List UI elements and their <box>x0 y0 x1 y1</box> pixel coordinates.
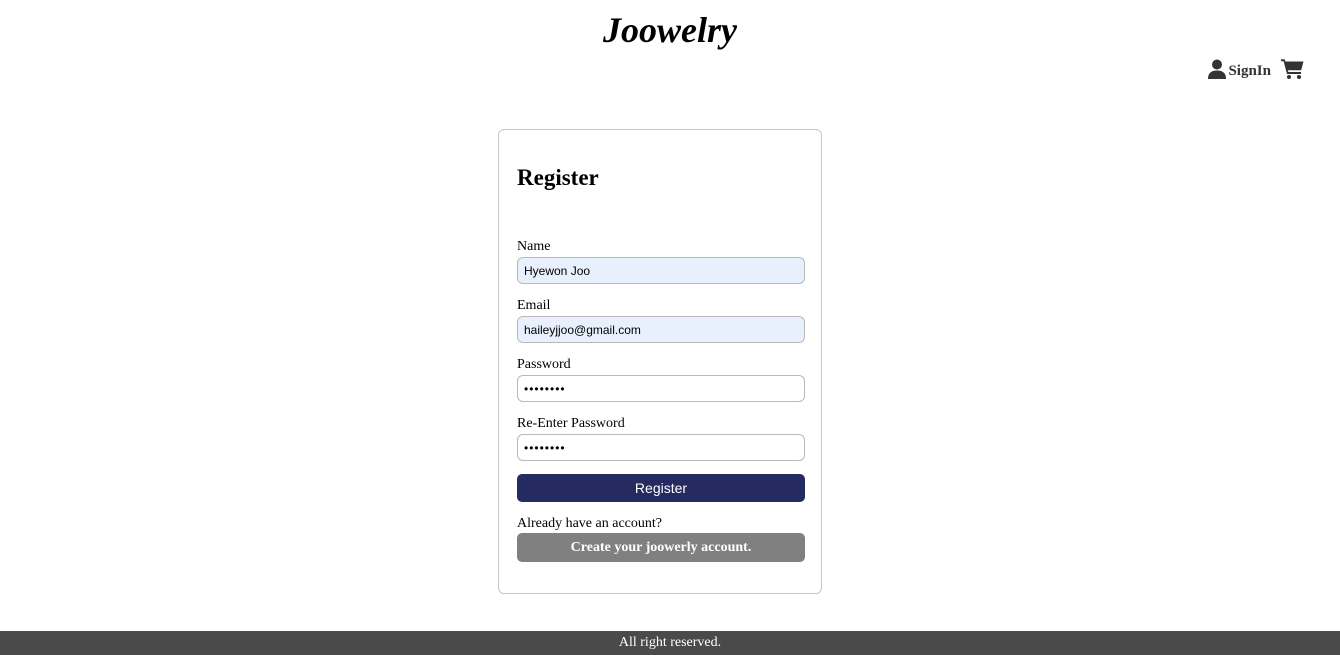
header-actions: SignIn <box>1208 58 1304 79</box>
create-account-button[interactable]: Create your joowerly account. <box>517 533 805 562</box>
already-account-text: Already have an account? <box>517 516 662 531</box>
re-password-input[interactable] <box>517 434 805 461</box>
register-card: Register Name Email Password Re-Enter Pa… <box>498 129 822 594</box>
email-label: Email <box>517 298 551 313</box>
name-field-group: Name <box>517 240 805 284</box>
password-field-group: Password <box>517 358 805 402</box>
email-input[interactable] <box>517 316 805 343</box>
page: Joowelry SignIn Register Name Hyewon Joo… <box>0 0 1340 655</box>
password-input[interactable] <box>517 375 805 402</box>
footer-text: All right reserved. <box>618 635 722 650</box>
form-title: Register <box>517 165 599 190</box>
signin-label: SignIn <box>1228 63 1271 79</box>
re-password-field-group: Re-Enter Password <box>517 417 805 461</box>
cart-icon <box>1281 58 1304 79</box>
brand-title: Joowelry <box>0 8 1340 52</box>
name-label: Name <box>517 239 551 254</box>
footer: All right reserved. <box>0 631 1340 655</box>
cart-button[interactable] <box>1281 58 1304 79</box>
password-label: Password <box>517 357 571 372</box>
user-icon <box>1208 59 1227 79</box>
signin-link[interactable]: SignIn <box>1208 59 1271 79</box>
register-button[interactable]: Register <box>517 474 805 502</box>
re-password-label: Re-Enter Password <box>517 416 625 431</box>
brand-link[interactable]: Joowelry <box>603 10 737 50</box>
email-field-group: Email <box>517 299 805 343</box>
name-input[interactable] <box>517 257 805 284</box>
